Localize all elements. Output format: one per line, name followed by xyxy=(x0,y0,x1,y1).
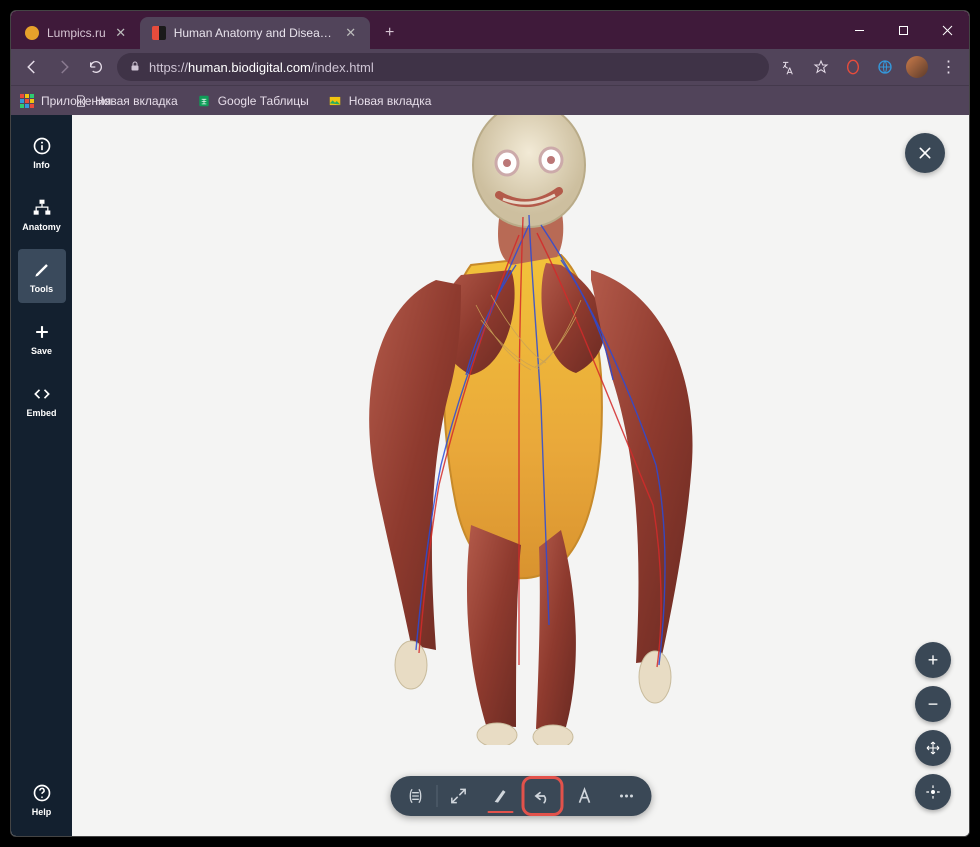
zoom-out-button[interactable]: − xyxy=(915,686,951,722)
close-icon[interactable]: ✕ xyxy=(114,26,128,40)
favicon-icon xyxy=(152,26,166,40)
bookmark-label: Новая вкладка xyxy=(349,94,432,108)
info-icon xyxy=(32,135,52,157)
bookmark-apps[interactable]: Приложения xyxy=(19,93,55,109)
sidebar-item-label: Info xyxy=(33,160,50,170)
sidebar-item-help[interactable]: Help xyxy=(18,772,66,826)
titlebar: Lumpics.ru ✕ Human Anatomy and Disease i… xyxy=(11,11,969,49)
tab-title: Lumpics.ru xyxy=(47,26,106,40)
sidebar-item-tools[interactable]: Tools xyxy=(18,249,66,303)
sidebar-item-label: Embed xyxy=(26,408,56,418)
anatomy-model xyxy=(261,115,781,745)
profile-avatar[interactable] xyxy=(903,53,931,81)
sheets-icon xyxy=(196,93,212,109)
translate-icon[interactable] xyxy=(775,53,803,81)
url-host: human.biodigital.com xyxy=(188,60,311,75)
content-area: Info Anatomy Tools Save Embed Help xyxy=(11,115,969,836)
window-controls xyxy=(837,11,969,49)
photo-icon xyxy=(327,93,343,109)
expand-button[interactable] xyxy=(437,776,479,816)
viewer-right-controls: + − xyxy=(915,642,951,810)
help-icon xyxy=(32,782,52,804)
maximize-button[interactable] xyxy=(881,11,925,49)
sidebar-item-embed[interactable]: Embed xyxy=(18,373,66,427)
browser-window: Lumpics.ru ✕ Human Anatomy and Disease i… xyxy=(10,10,970,837)
url-text: https://human.biodigital.com/index.html xyxy=(149,60,374,75)
sidebar-item-anatomy[interactable]: Anatomy xyxy=(18,187,66,241)
bookmark-star-icon[interactable] xyxy=(807,53,835,81)
annotate-button[interactable] xyxy=(563,776,605,816)
omnibox[interactable]: https://human.biodigital.com/index.html xyxy=(117,53,769,81)
address-actions: ⋮ xyxy=(775,53,963,81)
undo-button[interactable] xyxy=(521,776,563,816)
tab-human-anatomy[interactable]: Human Anatomy and Disease in ✕ xyxy=(140,17,370,49)
scalpel-button[interactable] xyxy=(479,776,521,816)
close-window-button[interactable] xyxy=(925,11,969,49)
menu-button[interactable]: ⋮ xyxy=(935,53,963,81)
close-icon xyxy=(917,145,933,161)
hierarchy-icon xyxy=(32,197,52,219)
url-path: /index.html xyxy=(311,60,374,75)
bookmark-sheets[interactable]: Google Таблицы xyxy=(196,93,309,109)
pan-button[interactable] xyxy=(915,730,951,766)
globe-icon[interactable] xyxy=(871,53,899,81)
bookmark-newtab-1[interactable]: Новая вкладка xyxy=(73,93,178,109)
bookmark-newtab-2[interactable]: Новая вкладка xyxy=(327,93,432,109)
sidebar-item-label: Tools xyxy=(30,284,53,294)
forward-button[interactable] xyxy=(49,52,79,82)
zoom-in-button[interactable]: + xyxy=(915,642,951,678)
sidebar-item-save[interactable]: Save xyxy=(18,311,66,365)
favicon-icon xyxy=(25,26,39,40)
opera-icon[interactable] xyxy=(839,53,867,81)
sidebar-item-info[interactable]: Info xyxy=(18,125,66,179)
close-overlay-button[interactable] xyxy=(905,133,945,173)
page-icon xyxy=(73,93,89,109)
close-icon[interactable]: ✕ xyxy=(344,26,358,40)
back-button[interactable] xyxy=(17,52,47,82)
center-button[interactable] xyxy=(915,774,951,810)
sidebar-item-label: Help xyxy=(32,807,52,817)
anatomy-viewer[interactable]: + − xyxy=(72,115,969,836)
left-sidebar: Info Anatomy Tools Save Embed Help xyxy=(11,115,72,836)
plus-icon xyxy=(32,321,52,343)
more-button[interactable] xyxy=(605,776,647,816)
apps-grid-icon xyxy=(19,93,35,109)
sidebar-item-label: Save xyxy=(31,346,52,356)
address-bar: https://human.biodigital.com/index.html … xyxy=(11,49,969,85)
bottom-toolbar xyxy=(390,776,651,816)
bookmark-label: Приложения xyxy=(41,94,55,108)
url-scheme: https:// xyxy=(149,60,188,75)
sidebar-item-label: Anatomy xyxy=(22,222,61,232)
tab-lumpics[interactable]: Lumpics.ru ✕ xyxy=(13,17,140,49)
tab-title: Human Anatomy and Disease in xyxy=(174,26,336,40)
pencil-icon xyxy=(32,259,52,281)
new-tab-button[interactable]: + xyxy=(376,19,404,47)
code-icon xyxy=(32,383,52,405)
reload-button[interactable] xyxy=(81,52,111,82)
bookmarks-bar: Приложения Новая вкладка Google Таблицы … xyxy=(11,85,969,115)
bookmark-label: Google Таблицы xyxy=(218,94,309,108)
bookmark-label: Новая вкладка xyxy=(95,94,178,108)
minimize-button[interactable] xyxy=(837,11,881,49)
tab-strip: Lumpics.ru ✕ Human Anatomy and Disease i… xyxy=(11,11,837,49)
lock-icon xyxy=(129,60,141,75)
xray-button[interactable] xyxy=(394,776,436,816)
